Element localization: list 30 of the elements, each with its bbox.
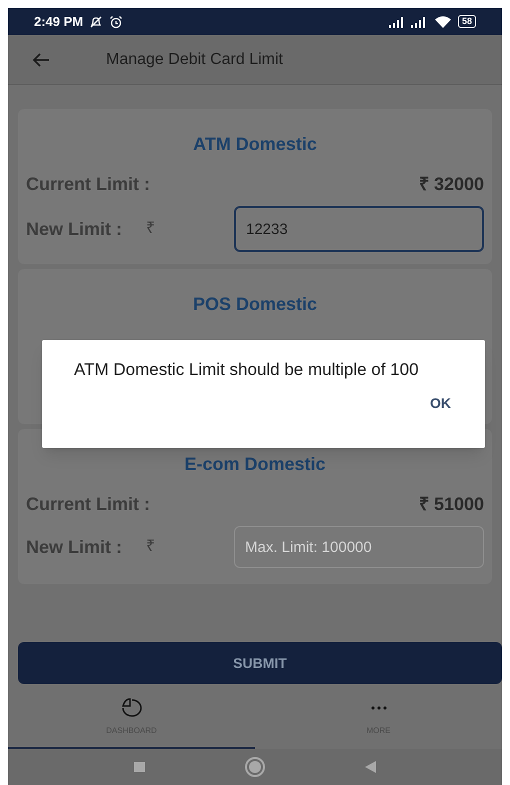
screen-title: Manage Debit Card Limit [106, 50, 283, 70]
current-limit-label: Current Limit : [26, 493, 150, 516]
muted-bell-icon [89, 14, 104, 28]
current-limit-label: Current Limit : [26, 173, 150, 196]
card-title: ATM Domestic [192, 133, 318, 155]
new-limit-field[interactable]: 12233 [234, 206, 484, 252]
battery-indicator: 58 [458, 15, 476, 28]
new-limit-label: New Limit : [26, 536, 124, 558]
ok-button[interactable]: OK [428, 393, 453, 414]
recents-icon[interactable] [134, 762, 144, 772]
home-icon[interactable] [244, 757, 264, 777]
currency-symbol: ₹ [146, 219, 156, 239]
alarm-icon [109, 14, 124, 28]
new-limit-label: New Limit : [26, 218, 124, 240]
signal-icon [410, 16, 428, 28]
new-limit-field[interactable]: Max. Limit: 100000 [234, 526, 484, 568]
signal-icon [388, 16, 406, 28]
current-limit-value: ₹ 32000 [418, 173, 484, 196]
currency-symbol: ₹ [146, 537, 156, 557]
back-arrow-icon[interactable] [32, 52, 50, 66]
card-title: POS Domestic [192, 293, 318, 315]
dialog-message: ATM Domestic Limit should be multiple of 100 [74, 360, 420, 379]
status-time: 2:49 PM [34, 12, 84, 31]
pie-chart-icon [120, 697, 144, 719]
back-icon[interactable] [364, 761, 376, 773]
submit-button[interactable]: SUBMIT [18, 642, 502, 684]
current-limit-value: ₹ 51000 [418, 493, 484, 516]
more-icon [370, 706, 386, 710]
card-title: E-com Domestic [183, 453, 327, 475]
wifi-icon [434, 15, 452, 28]
